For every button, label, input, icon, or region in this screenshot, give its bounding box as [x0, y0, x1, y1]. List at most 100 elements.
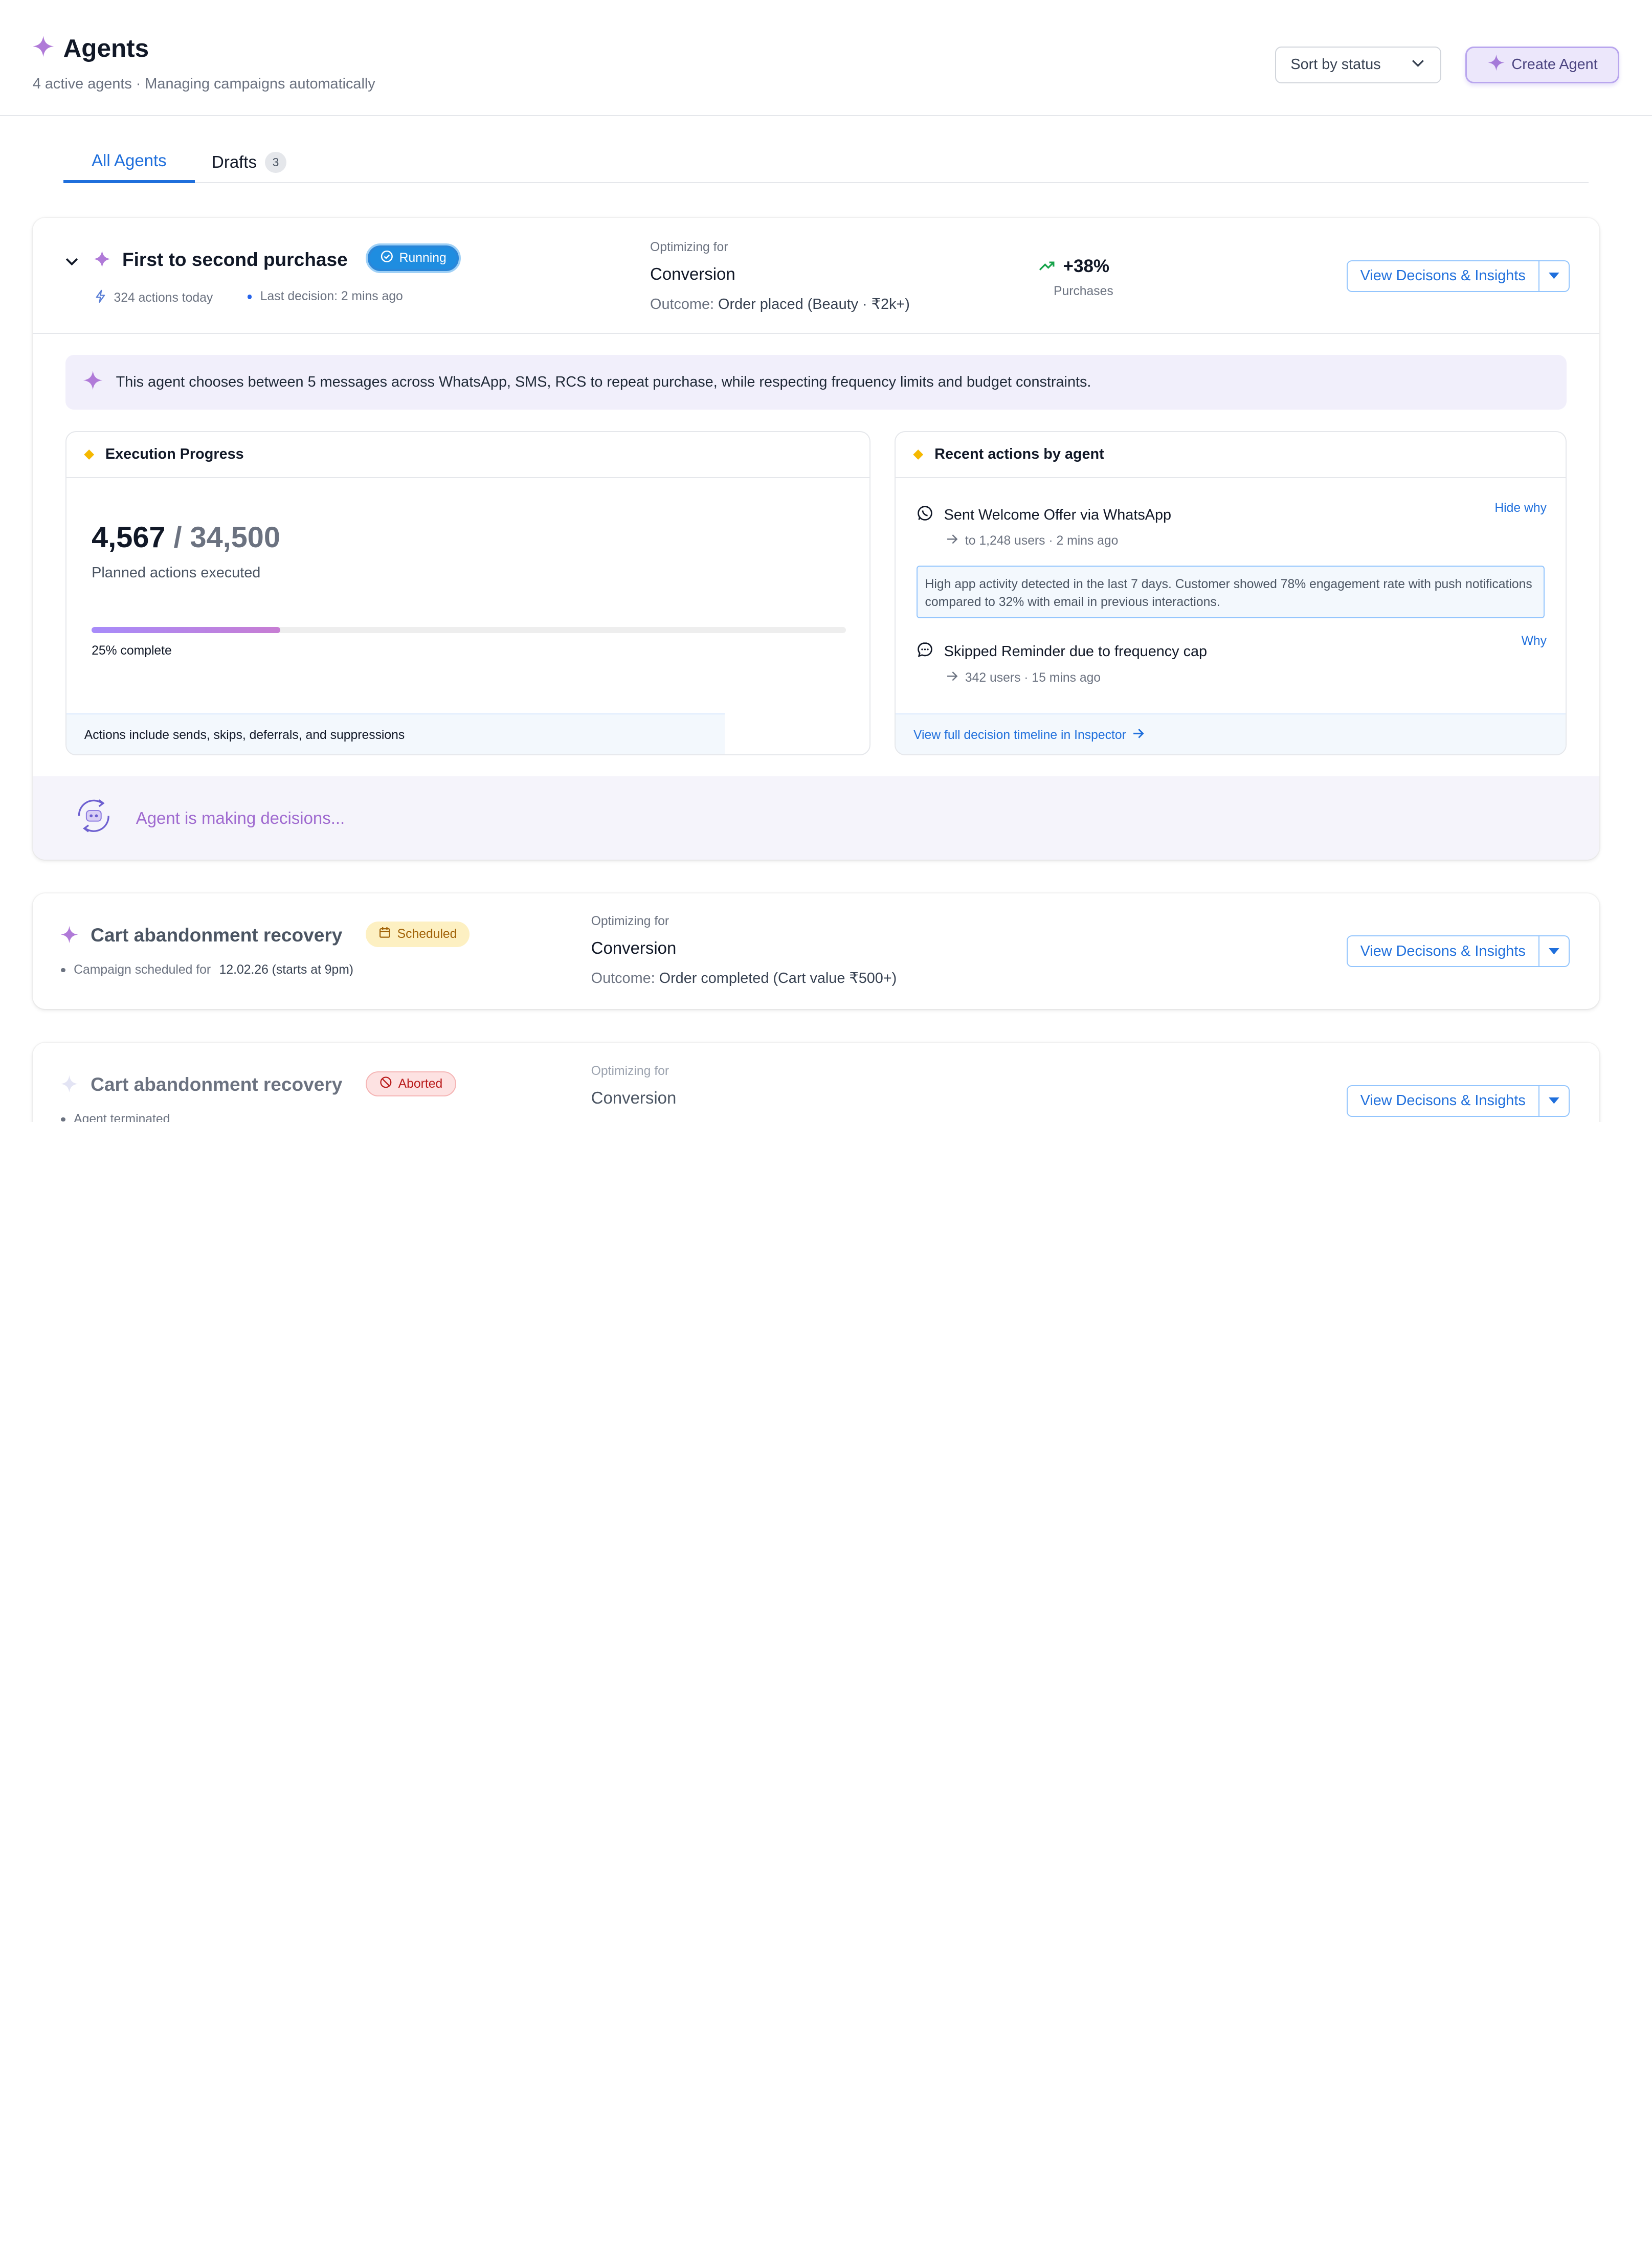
dot-icon	[61, 1117, 65, 1122]
status-label: Scheduled	[397, 927, 457, 941]
recent-actions-panel: Recent actions by agent Sent Welcome Off…	[894, 431, 1567, 755]
tab-drafts[interactable]: Drafts 3	[212, 141, 286, 183]
status-badge: Aborted	[365, 1071, 456, 1097]
panel-header: Recent actions by agent	[895, 432, 1566, 479]
execution-progress-panel: Execution Progress 4,567 / 34,500 Planne…	[65, 431, 870, 755]
recent-action-item: Sent Welcome Offer via WhatsApp to 1,248…	[917, 501, 1547, 548]
diamond-icon	[913, 449, 924, 460]
arrow-right-icon	[946, 671, 959, 685]
optimizing-label: Optimizing for	[650, 240, 728, 254]
view-decisions-button[interactable]: View Decisons & Insights	[1346, 935, 1570, 968]
outcome-prefix: Outcome:	[650, 296, 714, 312]
view-decisions-button[interactable]: View Decisons & Insights	[1346, 1085, 1570, 1117]
whatsapp-icon	[917, 505, 933, 526]
tab-all-agents[interactable]: All Agents	[63, 141, 195, 184]
inspector-link[interactable]: View full decision timeline in Inspector	[895, 713, 1566, 754]
card-divider	[32, 332, 1600, 334]
action-title: Skipped Reminder due to frequency cap	[944, 643, 1208, 660]
agent-deciding-bar: Agent is making decisions...	[32, 776, 1600, 860]
panel-title: Execution Progress	[105, 446, 244, 463]
actions-today-text: 324 actions today	[114, 291, 213, 305]
progress-bar-fill	[92, 626, 280, 633]
outcome-value: Order completed (Cart value ₹500+)	[659, 970, 897, 987]
action-title: Sent Welcome Offer via WhatsApp	[944, 506, 1172, 523]
agent-name: Cart abandonment recovery	[91, 924, 343, 946]
trending-up-icon	[1039, 257, 1056, 276]
agent-name: First to second purchase	[122, 249, 348, 271]
page-subtitle: 4 active agents · Managing campaigns aut…	[32, 76, 375, 93]
calendar-icon	[378, 926, 391, 943]
progress-bar	[92, 626, 846, 633]
page-title: Agents	[63, 34, 149, 62]
lightning-icon	[94, 289, 107, 307]
optimizing-value: Conversion	[650, 264, 735, 284]
deciding-text: Agent is making decisions...	[136, 808, 345, 827]
optimizing-value: Conversion	[591, 1088, 677, 1107]
recent-action-item: Skipped Reminder due to frequency cap 34…	[917, 634, 1547, 685]
schedule-meta: Campaign scheduled for 12.02.26 (starts …	[61, 963, 353, 977]
arrow-right-icon	[1132, 728, 1145, 743]
optimizing-label: Optimizing for	[591, 914, 669, 929]
agent-description: This agent chooses between 5 messages ac…	[65, 355, 1567, 410]
view-decisions-label: View Decisons & Insights	[1348, 936, 1539, 967]
caret-down-icon[interactable]	[1539, 261, 1569, 291]
action-title-row: Skipped Reminder due to frequency cap	[917, 641, 1547, 662]
action-meta: 342 users · 15 mins ago	[946, 671, 1547, 685]
caret-down-icon[interactable]	[1539, 1086, 1569, 1116]
termination-meta: Agent terminated	[61, 1112, 170, 1122]
status-label: Running	[399, 251, 447, 265]
inspector-link-text: View full decision timeline in Inspector	[913, 728, 1126, 742]
metric-label: Purchases	[1053, 284, 1113, 299]
action-meta-text: 342 users · 15 mins ago	[965, 670, 1101, 685]
hide-why-link[interactable]: Hide why	[1494, 501, 1547, 515]
schedule-prefix: Campaign scheduled for	[74, 962, 211, 977]
executed-count: 4,567 / 34,500	[92, 521, 280, 554]
executed-label: Planned actions executed	[92, 565, 261, 581]
panel-header: Execution Progress	[66, 432, 869, 479]
arrow-right-icon	[946, 534, 959, 548]
dot-icon	[61, 968, 65, 972]
collapse-chevron-icon[interactable]	[64, 253, 79, 272]
agent-card-running: First to second purchase Running 324 act…	[32, 218, 1600, 860]
agent-name: Cart abandonment recovery	[91, 1073, 343, 1095]
metric-value: +38%	[1063, 256, 1110, 276]
create-agent-button[interactable]: Create Agent	[1465, 46, 1620, 83]
chat-icon	[917, 641, 933, 662]
view-decisions-label: View Decisons & Insights	[1348, 261, 1539, 291]
caret-down-icon[interactable]	[1539, 936, 1569, 966]
view-decisions-label: View Decisons & Insights	[1348, 1086, 1539, 1116]
why-explanation: High app activity detected in the last 7…	[917, 566, 1545, 619]
execution-footnote: Actions include sends, skips, deferrals,…	[66, 713, 725, 754]
sort-dropdown[interactable]: Sort by status	[1275, 46, 1442, 83]
tab-label: All Agents	[92, 151, 167, 170]
agent-card-scheduled: Cart abandonment recovery Scheduled Camp…	[32, 893, 1600, 1009]
termination-text: Agent terminated	[74, 1112, 170, 1122]
title-row: Agents	[32, 34, 149, 63]
optimizing-label: Optimizing for	[591, 1064, 669, 1078]
last-decision: Last decision: 2 mins ago	[248, 289, 403, 304]
outcome-prefix: Outcome:	[591, 970, 655, 987]
chevron-down-icon	[1411, 55, 1425, 74]
view-decisions-button[interactable]: View Decisons & Insights	[1346, 260, 1570, 292]
sparkle-icon	[60, 925, 79, 948]
metric: +38%	[1039, 256, 1109, 277]
sparkle-icon	[93, 250, 111, 273]
why-link[interactable]: Why	[1522, 634, 1547, 648]
prohibited-icon	[379, 1076, 392, 1092]
sparkle-icon	[32, 35, 55, 62]
agents-page: Agents 4 active agents · Managing campai…	[0, 0, 1652, 1122]
last-decision-text: Last decision: 2 mins ago	[260, 289, 403, 304]
status-label: Aborted	[398, 1076, 443, 1091]
actions-today: 324 actions today	[94, 289, 213, 307]
sparkle-icon	[60, 1074, 79, 1097]
sort-label: Sort by status	[1290, 56, 1381, 73]
dot-icon	[248, 295, 252, 299]
page-header: Agents 4 active agents · Managing campai…	[0, 0, 1652, 116]
panel-title: Recent actions by agent	[934, 446, 1104, 463]
sparkle-icon	[82, 370, 103, 395]
status-badge: Running	[365, 243, 461, 273]
optimizing-value: Conversion	[591, 938, 677, 958]
progress-label: 25% complete	[92, 643, 172, 658]
total-value: / 34,500	[173, 521, 280, 554]
status-badge: Scheduled	[365, 922, 470, 947]
